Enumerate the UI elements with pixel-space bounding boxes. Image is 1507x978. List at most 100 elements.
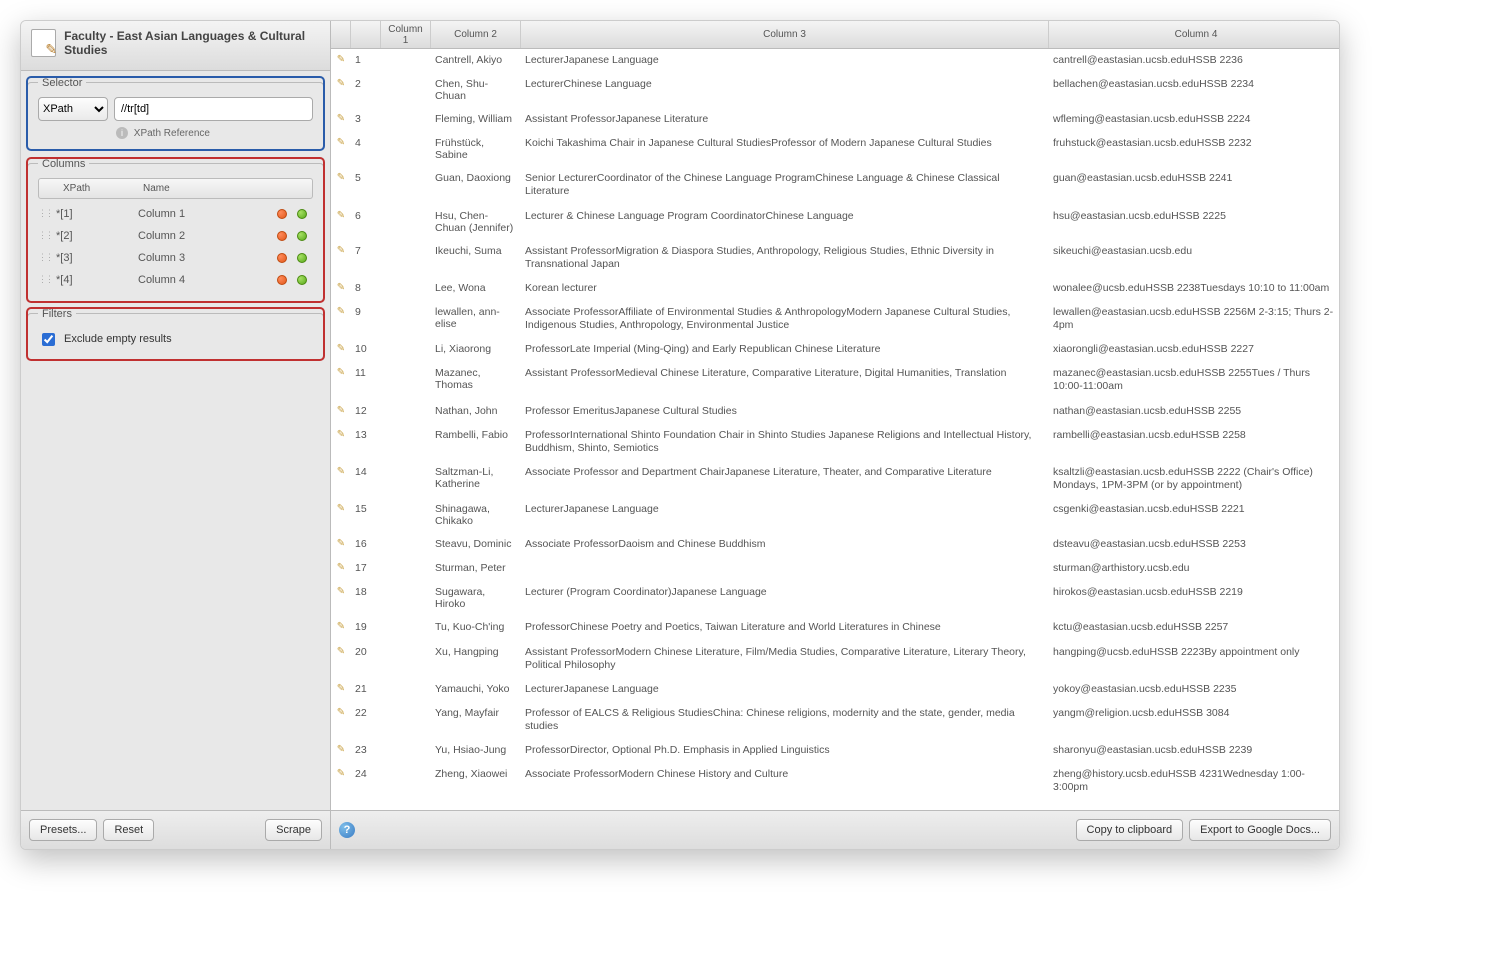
drag-grip-icon[interactable]: ⋮⋮ <box>38 208 52 219</box>
edit-row-icon[interactable]: ✎ <box>331 744 351 757</box>
table-row[interactable]: ✎19Tu, Kuo-Ch'ingProfessorChinese Poetry… <box>331 616 1339 640</box>
table-row[interactable]: ✎20Xu, HangpingAssistant ProfessorModern… <box>331 641 1339 678</box>
table-row[interactable]: ✎1Cantrell, AkiyoLecturerJapanese Langua… <box>331 49 1339 73</box>
remove-icon[interactable] <box>277 231 287 241</box>
add-icon[interactable] <box>297 275 307 285</box>
cell-c2: Rambelli, Fabio <box>431 429 521 455</box>
help-icon[interactable]: ? <box>339 822 355 838</box>
edit-row-icon[interactable]: ✎ <box>331 172 351 198</box>
drag-grip-icon[interactable]: ⋮⋮ <box>38 230 52 241</box>
edit-row-icon[interactable]: ✎ <box>331 707 351 733</box>
edit-row-icon[interactable]: ✎ <box>331 245 351 271</box>
remove-icon[interactable] <box>277 209 287 219</box>
table-row[interactable]: ✎5Guan, DaoxiongSenior LecturerCoordinat… <box>331 167 1339 204</box>
table-row[interactable]: ✎14Saltzman-Li, KatherineAssociate Profe… <box>331 461 1339 498</box>
row-index: 1 <box>351 54 381 67</box>
add-icon[interactable] <box>297 231 307 241</box>
table-row[interactable]: ✎15Shinagawa, ChikakoLecturerJapanese La… <box>331 498 1339 533</box>
column-config-row[interactable]: ⋮⋮*[2]Column 2 <box>38 225 313 247</box>
column-config-row[interactable]: ⋮⋮*[4]Column 4 <box>38 269 313 291</box>
edit-row-icon[interactable]: ✎ <box>331 137 351 161</box>
table-row[interactable]: ✎10Li, XiaorongProfessorLate Imperial (M… <box>331 338 1339 362</box>
edit-row-icon[interactable]: ✎ <box>331 538 351 551</box>
export-gdocs-button[interactable]: Export to Google Docs... <box>1189 819 1331 841</box>
table-row[interactable]: ✎6Hsu, Chen-Chuan (Jennifer)Lecturer & C… <box>331 205 1339 240</box>
exclude-empty-row[interactable]: Exclude empty results <box>38 328 313 349</box>
edit-row-icon[interactable]: ✎ <box>331 621 351 634</box>
edit-row-icon[interactable]: ✎ <box>331 768 351 794</box>
table-row[interactable]: ✎9lewallen, ann-eliseAssociate Professor… <box>331 301 1339 338</box>
cell-c4: guan@eastasian.ucsb.eduHSSB 2241 <box>1049 172 1339 198</box>
table-row[interactable]: ✎23Yu, Hsiao-JungProfessorDirector, Opti… <box>331 739 1339 763</box>
table-body[interactable]: ✎1Cantrell, AkiyoLecturerJapanese Langua… <box>331 49 1339 810</box>
table-row[interactable]: ✎11Mazanec, ThomasAssistant ProfessorMed… <box>331 362 1339 399</box>
edit-row-icon[interactable]: ✎ <box>331 562 351 575</box>
cell-c1 <box>381 707 431 733</box>
table-row[interactable]: ✎22Yang, MayfairProfessor of EALCS & Rel… <box>331 702 1339 739</box>
table-row[interactable]: ✎24Zheng, XiaoweiAssociate ProfessorMode… <box>331 763 1339 800</box>
xpath-reference-link[interactable]: i XPath Reference <box>116 127 313 139</box>
edit-row-icon[interactable]: ✎ <box>331 429 351 455</box>
table-row[interactable]: ✎18Sugawara, HirokoLecturer (Program Coo… <box>331 581 1339 616</box>
column-config-row[interactable]: ⋮⋮*[3]Column 3 <box>38 247 313 269</box>
cell-c4: mazanec@eastasian.ucsb.eduHSSB 2255Tues … <box>1049 367 1339 393</box>
edit-row-icon[interactable]: ✎ <box>331 113 351 126</box>
edit-row-icon[interactable]: ✎ <box>331 282 351 295</box>
table-row[interactable]: ✎13Rambelli, FabioProfessorInternational… <box>331 424 1339 461</box>
cell-c4: yokoy@eastasian.ucsb.eduHSSB 2235 <box>1049 683 1339 696</box>
row-index: 8 <box>351 282 381 295</box>
cell-c1 <box>381 137 431 161</box>
edit-row-icon[interactable]: ✎ <box>331 466 351 492</box>
th-col3[interactable]: Column 3 <box>521 21 1049 48</box>
edit-row-icon[interactable]: ✎ <box>331 405 351 418</box>
drag-grip-icon[interactable]: ⋮⋮ <box>38 274 52 285</box>
cell-c1 <box>381 78 431 102</box>
edit-row-icon[interactable]: ✎ <box>331 683 351 696</box>
col-xpath: *[3] <box>52 252 138 264</box>
edit-row-icon[interactable]: ✎ <box>331 646 351 672</box>
row-index: 6 <box>351 210 381 234</box>
left-body: Selector XPath i XPath Reference Columns <box>21 71 330 810</box>
row-index: 4 <box>351 137 381 161</box>
edit-row-icon[interactable]: ✎ <box>331 343 351 356</box>
table-row[interactable]: ✎8Lee, WonaKorean lecturerwonalee@ucsb.e… <box>331 277 1339 301</box>
cell-c4: lewallen@eastasian.ucsb.eduHSSB 2256M 2-… <box>1049 306 1339 332</box>
cell-c1 <box>381 343 431 356</box>
th-col1[interactable]: Column 1 <box>381 21 431 48</box>
selector-expression-input[interactable] <box>114 97 313 121</box>
reset-button[interactable]: Reset <box>103 819 154 841</box>
exclude-empty-checkbox[interactable] <box>42 333 55 346</box>
table-row[interactable]: ✎4Frühstück, SabineKoichi Takashima Chai… <box>331 132 1339 167</box>
copy-clipboard-button[interactable]: Copy to clipboard <box>1076 819 1184 841</box>
selector-type-select[interactable]: XPath <box>38 97 108 121</box>
remove-icon[interactable] <box>277 253 287 263</box>
table-row[interactable]: ✎17Sturman, Petersturman@arthistory.ucsb… <box>331 557 1339 581</box>
col-name: Column 3 <box>138 252 277 264</box>
cell-c3 <box>521 562 1049 575</box>
remove-icon[interactable] <box>277 275 287 285</box>
drag-grip-icon[interactable]: ⋮⋮ <box>38 252 52 263</box>
table-row[interactable]: ✎16Steavu, DominicAssociate ProfessorDao… <box>331 533 1339 557</box>
cell-c2: Shinagawa, Chikako <box>431 503 521 527</box>
table-row[interactable]: ✎12Nathan, JohnProfessor EmeritusJapanes… <box>331 400 1339 424</box>
add-icon[interactable] <box>297 209 307 219</box>
column-config-row[interactable]: ⋮⋮*[1]Column 1 <box>38 203 313 225</box>
edit-row-icon[interactable]: ✎ <box>331 503 351 527</box>
th-col4[interactable]: Column 4 <box>1049 21 1339 48</box>
presets-button[interactable]: Presets... <box>29 819 97 841</box>
cell-c2: Nathan, John <box>431 405 521 418</box>
edit-row-icon[interactable]: ✎ <box>331 586 351 610</box>
add-icon[interactable] <box>297 253 307 263</box>
table-row[interactable]: ✎21Yamauchi, YokoLecturerJapanese Langua… <box>331 678 1339 702</box>
edit-row-icon[interactable]: ✎ <box>331 306 351 332</box>
table-row[interactable]: ✎7Ikeuchi, SumaAssistant ProfessorMigrat… <box>331 240 1339 277</box>
edit-row-icon[interactable]: ✎ <box>331 367 351 393</box>
table-row[interactable]: ✎2Chen, Shu-ChuanLecturerChinese Languag… <box>331 73 1339 108</box>
edit-row-icon[interactable]: ✎ <box>331 210 351 234</box>
cell-c4: hsu@eastasian.ucsb.eduHSSB 2225 <box>1049 210 1339 234</box>
table-row[interactable]: ✎3Fleming, WilliamAssistant ProfessorJap… <box>331 108 1339 132</box>
scrape-button[interactable]: Scrape <box>265 819 322 841</box>
edit-row-icon[interactable]: ✎ <box>331 78 351 102</box>
th-col2[interactable]: Column 2 <box>431 21 521 48</box>
edit-row-icon[interactable]: ✎ <box>331 54 351 67</box>
